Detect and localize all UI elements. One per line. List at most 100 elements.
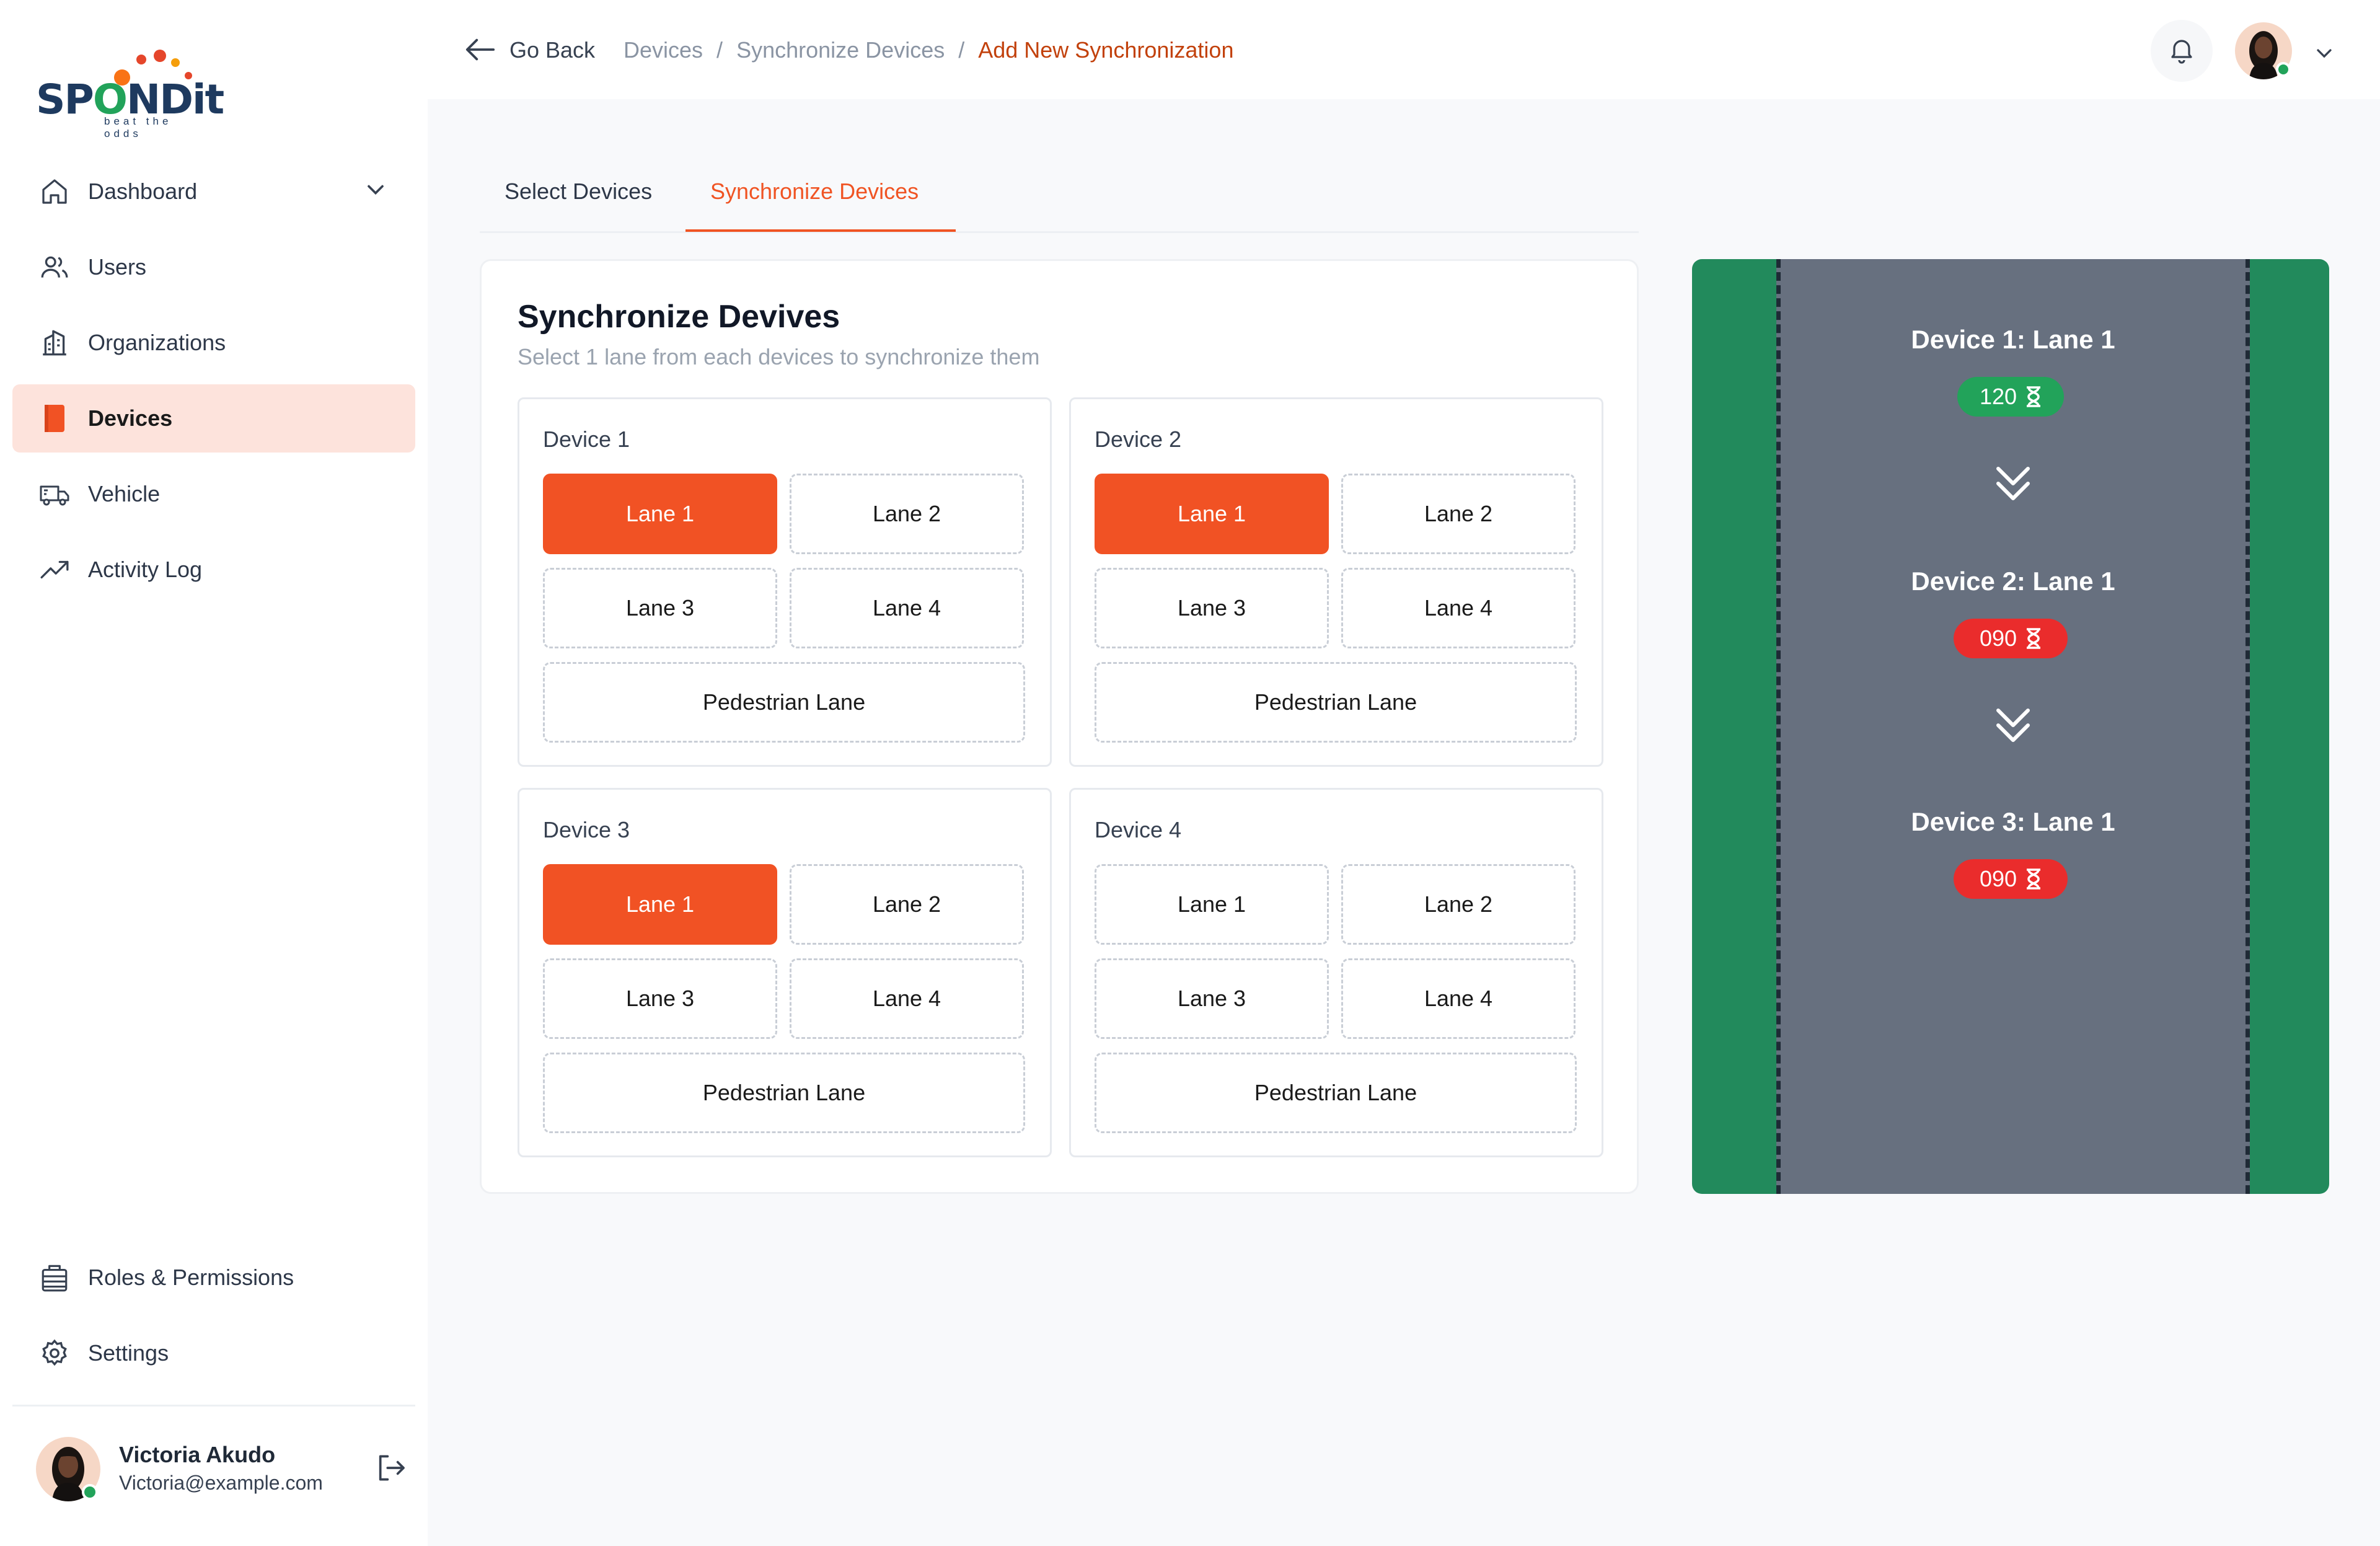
sync-step-label: Device 2: Lane 1	[1911, 567, 2115, 596]
sidebar-item-label: Settings	[88, 1340, 169, 1366]
active-tab-indicator	[685, 229, 956, 232]
sidebar-item-label: Devices	[88, 405, 173, 431]
timer-value: 090	[1979, 866, 2017, 891]
tab-synchronize-devices[interactable]: Synchronize Devices	[710, 179, 919, 205]
sidebar-item-roles-permissions[interactable]: Roles & Permissions	[12, 1243, 415, 1312]
hourglass-icon	[2027, 386, 2041, 407]
lane-option-4[interactable]: Lane 4	[1341, 568, 1576, 648]
sidebar-item-users[interactable]: Users	[12, 233, 415, 301]
lane-option-2[interactable]: Lane 2	[790, 864, 1024, 945]
lane-option-3[interactable]: Lane 3	[1095, 568, 1329, 648]
user-name: Victoria Akudo	[119, 1442, 276, 1467]
panel-title: Synchronize Devives	[518, 299, 840, 335]
logo-dot	[136, 55, 146, 64]
lane-option-1[interactable]: Lane 1	[1095, 864, 1329, 945]
user-profile-card: Victoria Akudo Victoria@example.com	[36, 1436, 408, 1504]
chevron-down-icon[interactable]	[2312, 41, 2337, 69]
lane-option-3[interactable]: Lane 3	[1095, 958, 1329, 1039]
truck-icon	[38, 478, 71, 510]
spondit-logo[interactable]: SPONDit beat the odds	[36, 48, 224, 139]
lane-option-3[interactable]: Lane 3	[543, 568, 777, 648]
tab-select-devices[interactable]: Select Devices	[505, 179, 652, 205]
sidebar-item-organizations[interactable]: Organizations	[12, 309, 415, 377]
sidebar-item-label: Activity Log	[88, 557, 203, 582]
sidebar-item-dashboard[interactable]: Dashboard	[12, 157, 415, 226]
device-title: Device 2	[1095, 426, 1182, 452]
breadcrumb-separator: /	[958, 37, 965, 63]
sidebar-item-activity-log[interactable]: Activity Log	[12, 536, 415, 604]
arrow-left-icon[interactable]	[465, 36, 496, 66]
online-status-dot	[82, 1484, 98, 1500]
logo-tagline: beat the odds	[104, 115, 172, 139]
breadcrumb-separator: /	[716, 37, 723, 63]
device-title: Device 1	[543, 426, 630, 452]
device-card: Device 1 Lane 1 Lane 2 Lane 3 Lane 4 Ped…	[518, 397, 1052, 767]
sync-road-preview: Device 1: Lane 1 120 Device 2: Lane 1 09…	[1692, 259, 2329, 1194]
sidebar-item-devices[interactable]: Devices	[12, 384, 415, 453]
lane-option-pedestrian[interactable]: Pedestrian Lane	[543, 1053, 1025, 1133]
sidebar-divider	[12, 1405, 415, 1407]
device-card: Device 3 Lane 1 Lane 2 Lane 3 Lane 4 Ped…	[518, 788, 1052, 1157]
lane-option-4[interactable]: Lane 4	[1341, 958, 1576, 1039]
bell-icon	[2167, 35, 2197, 68]
lane-option-2[interactable]: Lane 2	[1341, 474, 1576, 554]
road-edge-line	[1776, 259, 1781, 1194]
breadcrumb-devices[interactable]: Devices	[624, 37, 703, 63]
sidebar-item-label: Users	[88, 254, 147, 280]
users-icon	[38, 251, 71, 283]
device-card: Device 2 Lane 1 Lane 2 Lane 3 Lane 4 Ped…	[1069, 397, 1603, 767]
online-status-dot	[2276, 62, 2291, 77]
lane-option-2[interactable]: Lane 2	[790, 474, 1024, 554]
sync-step-timer: 090	[1954, 859, 2068, 899]
chevron-down-icon[interactable]	[362, 176, 389, 206]
synchronize-panel: Synchronize Devives Select 1 lane from e…	[480, 259, 1639, 1194]
breadcrumb-synchronize-devices[interactable]: Synchronize Devices	[736, 37, 945, 63]
logo-dot	[154, 50, 166, 62]
briefcase-icon	[38, 1261, 71, 1294]
notifications-button[interactable]	[2151, 20, 2213, 82]
building-icon	[38, 327, 71, 359]
user-email: Victoria@example.com	[119, 1472, 323, 1494]
sidebar-item-label: Roles & Permissions	[88, 1265, 294, 1290]
home-icon	[38, 175, 71, 208]
road-edge-line	[2246, 259, 2250, 1194]
chevrons-down-icon	[1996, 467, 2030, 500]
lane-option-4[interactable]: Lane 4	[790, 958, 1024, 1039]
sync-step-label: Device 3: Lane 1	[1911, 807, 2115, 836]
breadcrumb: Devices / Synchronize Devices / Add New …	[624, 37, 1233, 63]
sync-step-timer: 090	[1954, 619, 2068, 658]
lane-option-2[interactable]: Lane 2	[1341, 864, 1576, 945]
lane-option-pedestrian[interactable]: Pedestrian Lane	[1095, 662, 1577, 743]
chevrons-down-icon	[1996, 709, 2030, 742]
device-card: Device 4 Lane 1 Lane 2 Lane 3 Lane 4 Ped…	[1069, 788, 1603, 1157]
gear-icon	[38, 1337, 71, 1369]
breadcrumb-current: Add New Synchronization	[978, 37, 1234, 63]
sidebar-item-label: Dashboard	[88, 179, 198, 204]
lane-option-1[interactable]: Lane 1	[1095, 474, 1329, 554]
timer-value: 090	[1979, 625, 2017, 651]
device-title: Device 3	[543, 817, 630, 842]
lane-option-3[interactable]: Lane 3	[543, 958, 777, 1039]
sidebar-item-settings[interactable]: Settings	[12, 1319, 415, 1387]
hourglass-icon	[2027, 628, 2041, 649]
sync-step-timer: 120	[1957, 377, 2064, 417]
hourglass-icon	[2027, 868, 2041, 890]
sync-step-label: Device 1: Lane 1	[1911, 325, 2115, 354]
lane-option-pedestrian[interactable]: Pedestrian Lane	[1095, 1053, 1577, 1133]
lane-option-1[interactable]: Lane 1	[543, 474, 777, 554]
panel-subtitle: Select 1 lane from each devices to synch…	[518, 344, 1040, 369]
sidebar-item-vehicle[interactable]: Vehicle	[12, 460, 415, 528]
sidebar: SPONDit beat the odds Dashboard Users Or…	[0, 0, 428, 1546]
go-back-link[interactable]: Go Back	[509, 37, 595, 63]
lane-option-4[interactable]: Lane 4	[790, 568, 1024, 648]
lane-option-1[interactable]: Lane 1	[543, 864, 777, 945]
logout-icon[interactable]	[373, 1451, 408, 1485]
timer-value: 120	[1979, 384, 2017, 409]
top-header: Go Back Devices / Synchronize Devices / …	[428, 0, 2380, 99]
logo-dot	[171, 58, 180, 67]
lane-option-pedestrian[interactable]: Pedestrian Lane	[543, 662, 1025, 743]
device-title: Device 4	[1095, 817, 1182, 842]
device-icon	[38, 402, 71, 435]
sidebar-item-label: Vehicle	[88, 481, 161, 506]
trend-icon	[38, 554, 71, 586]
